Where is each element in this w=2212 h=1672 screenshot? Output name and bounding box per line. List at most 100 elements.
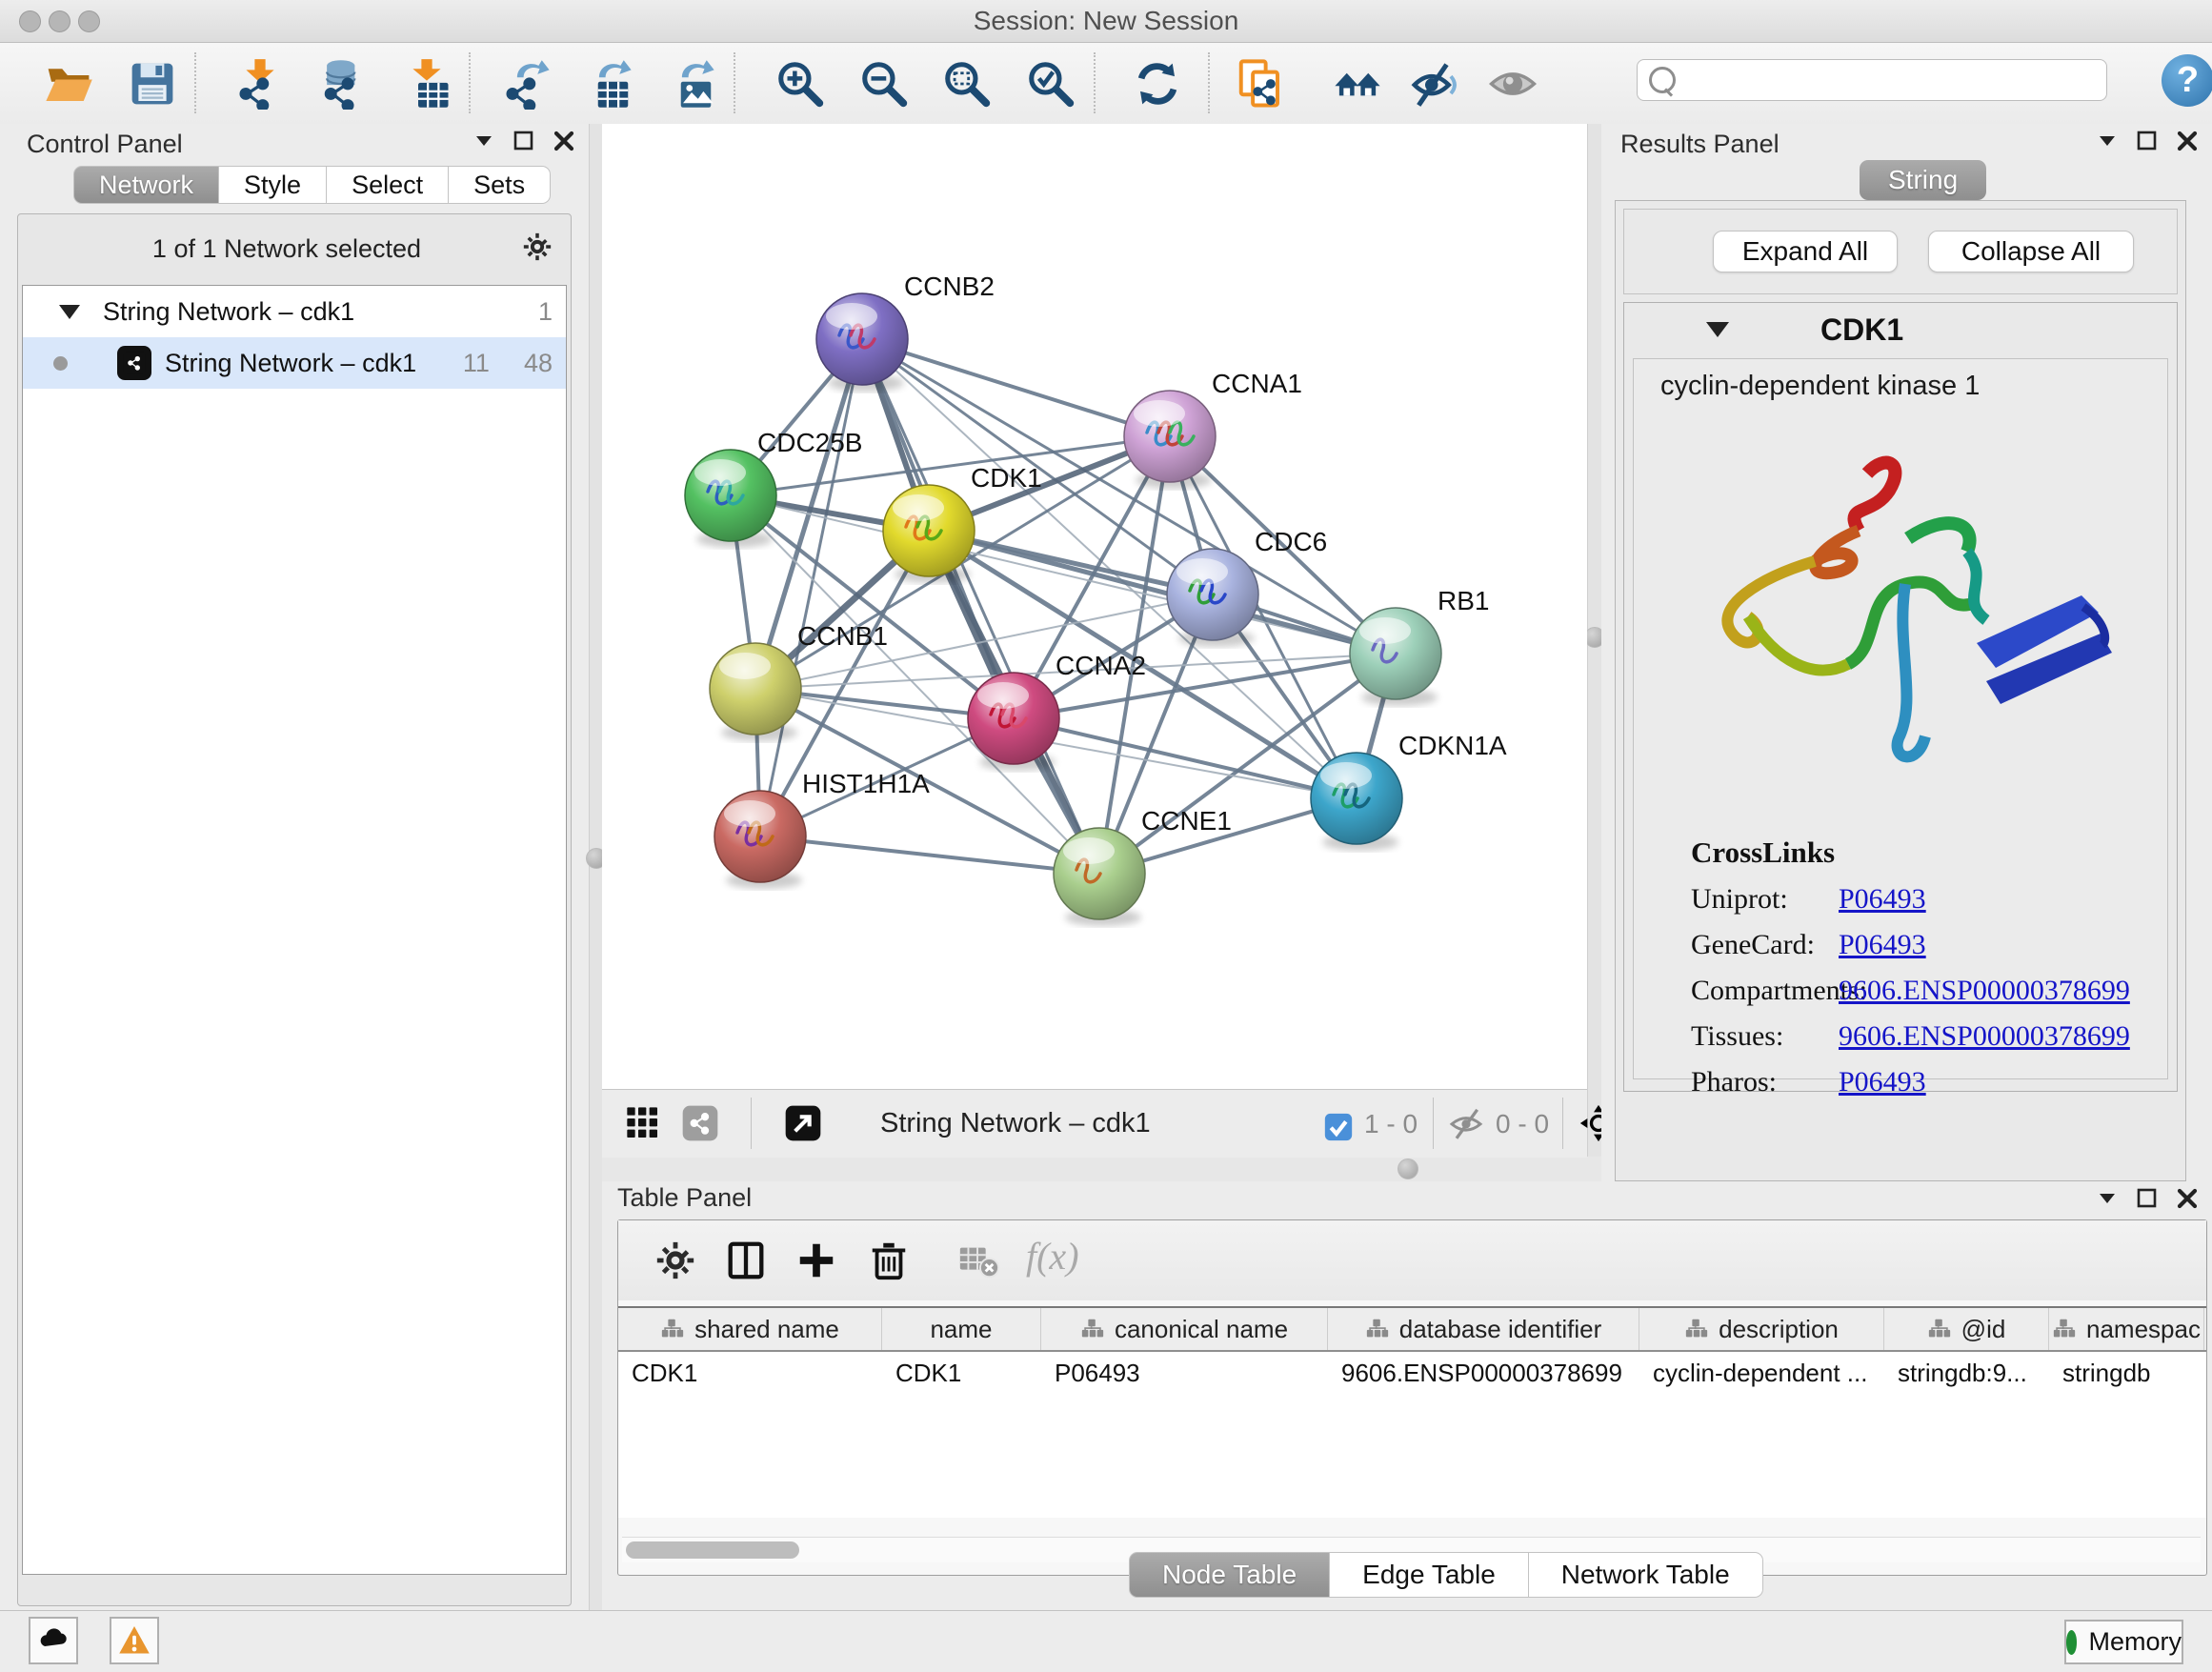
tab-string[interactable]: String <box>1860 160 1986 200</box>
tab-network[interactable]: Network <box>73 166 219 204</box>
export-network-button[interactable] <box>499 56 554 111</box>
collapse-panel-icon[interactable] <box>2096 130 2119 157</box>
selected-nodes-checkbox-icon[interactable] <box>1318 1107 1358 1147</box>
show-columns-icon[interactable] <box>721 1236 771 1285</box>
table-cell[interactable]: stringdb <box>2049 1352 2204 1394</box>
help-button[interactable]: ? <box>2162 54 2212 107</box>
network-canvas[interactable]: CCNB2 CCNA1 CDC25B CDK1 CDC6 <box>602 124 1587 1089</box>
node-CCNE1[interactable]: CCNE1 <box>1054 806 1232 926</box>
export-table-button[interactable] <box>581 56 636 111</box>
tab-network-table[interactable]: Network Table <box>1529 1552 1763 1598</box>
title-bar: Session: New Session <box>0 0 2212 43</box>
show-hidden-button[interactable] <box>1485 56 1540 111</box>
column-header-description[interactable]: description <box>1639 1308 1884 1350</box>
selected-counts: 1 - 0 <box>1364 1090 1418 1158</box>
table-cell[interactable]: 9606.ENSP00000378699 <box>1328 1352 1639 1394</box>
network-options-gear-icon[interactable] <box>521 231 553 268</box>
column-header-shared-name[interactable]: shared name <box>618 1308 882 1350</box>
crosslink-link[interactable]: 9606.ENSP00000378699 <box>1839 1020 2130 1053</box>
table-cell[interactable]: stringdb:9... <box>1884 1352 2049 1394</box>
table-cell[interactable]: cyclin-dependent ... <box>1639 1352 1884 1394</box>
crosslink-link[interactable]: 9606.ENSP00000378699 <box>1839 975 2130 1007</box>
column-header-namespac[interactable]: namespac <box>2049 1308 2204 1350</box>
open-session-button[interactable] <box>41 56 96 111</box>
table-cell[interactable]: CDK1 <box>618 1352 882 1394</box>
hidden-eye-icon[interactable] <box>1446 1103 1486 1143</box>
zoom-out-button[interactable] <box>856 56 912 111</box>
tab-node-table[interactable]: Node Table <box>1129 1552 1330 1598</box>
table-settings-gear-icon[interactable] <box>651 1236 700 1285</box>
current-network-dot <box>53 356 68 371</box>
float-panel-icon[interactable] <box>513 130 535 157</box>
gene-section-header[interactable]: CDK1 <box>1624 303 2177 356</box>
node-CDKN1A[interactable]: CDKN1A <box>1311 731 1507 851</box>
tab-select[interactable]: Select <box>327 166 449 204</box>
network-share-icon[interactable] <box>680 1103 720 1143</box>
network-share-icon <box>117 346 151 380</box>
tab-edge-table[interactable]: Edge Table <box>1330 1552 1529 1598</box>
collapse-panel-icon[interactable] <box>2096 1187 2119 1215</box>
zoom-selected-button[interactable] <box>1023 56 1078 111</box>
refresh-button[interactable] <box>1130 56 1185 111</box>
gene-name: CDK1 <box>1820 312 1903 348</box>
search-input[interactable] <box>1685 65 2106 96</box>
memory-label: Memory <box>2088 1627 2182 1657</box>
birdseye-grid-icon[interactable] <box>623 1103 663 1143</box>
export-image-icon <box>666 58 717 110</box>
collapse-panel-icon[interactable] <box>473 130 495 157</box>
import-network-from-file-button[interactable] <box>232 56 288 111</box>
edge-CCNA2-CDKN1A[interactable] <box>1014 718 1357 798</box>
toolbar-separator <box>1094 52 1096 113</box>
memory-indicator[interactable]: Memory <box>2064 1620 2183 1664</box>
tab-sets[interactable]: Sets <box>449 166 551 204</box>
scrollbar-thumb[interactable] <box>626 1541 799 1559</box>
column-header-database-identifier[interactable]: database identifier <box>1328 1308 1639 1350</box>
delete-column-trash-icon[interactable] <box>864 1236 914 1285</box>
node-CCNB1[interactable]: CCNB1 <box>710 621 888 741</box>
network-counts: 1148 <box>463 349 553 378</box>
save-session-button[interactable] <box>125 56 180 111</box>
column-header-canonical-name[interactable]: canonical name <box>1041 1308 1328 1350</box>
duplicate-network-button[interactable] <box>1233 56 1288 111</box>
node-HIST1H1A[interactable]: HIST1H1A <box>714 769 930 889</box>
search-field[interactable] <box>1637 59 2107 101</box>
export-image-button[interactable] <box>664 56 719 111</box>
collapse-caret-icon[interactable] <box>1706 322 1729 337</box>
crosslink-link[interactable]: P06493 <box>1839 1066 1926 1098</box>
table-cell[interactable]: P06493 <box>1041 1352 1328 1394</box>
float-panel-icon[interactable] <box>2136 1187 2159 1215</box>
node-RB1[interactable]: RB1 <box>1350 586 1489 706</box>
import-network-from-database-button[interactable] <box>315 56 371 111</box>
edge-HIST1H1A-CCNE1[interactable] <box>760 836 1099 874</box>
add-column-icon[interactable] <box>792 1236 841 1285</box>
crosslink-link[interactable]: P06493 <box>1839 883 1926 916</box>
open-in-new-window-icon[interactable] <box>783 1103 823 1143</box>
hide-selected-button[interactable] <box>1406 56 1461 111</box>
crosslink-row: Uniprot:P06493 <box>1691 883 2148 916</box>
edge-CCNB2-CCNA1[interactable] <box>862 339 1170 436</box>
network-tree-row[interactable]: String Network – cdk11 <box>23 286 566 337</box>
close-panel-icon[interactable] <box>2176 130 2199 157</box>
table-cell[interactable]: CDK1 <box>882 1352 1041 1394</box>
expand-all-button[interactable]: Expand All <box>1713 231 1898 272</box>
cloud-status-button[interactable] <box>29 1617 78 1664</box>
warning-status-button[interactable] <box>110 1617 159 1664</box>
close-panel-icon[interactable] <box>2176 1187 2199 1215</box>
collapse-all-button[interactable]: Collapse All <box>1928 231 2134 272</box>
bottom-splitter-handle[interactable] <box>1398 1158 1418 1179</box>
float-panel-icon[interactable] <box>2136 130 2159 157</box>
network-tree-row[interactable]: String Network – cdk11148 <box>23 337 566 389</box>
column-header-name[interactable]: name <box>882 1308 1041 1350</box>
zoom-fit-button[interactable] <box>939 56 995 111</box>
delete-table-icon <box>954 1236 1003 1285</box>
close-panel-icon[interactable] <box>553 130 575 157</box>
tree-expander-icon[interactable] <box>59 305 80 319</box>
network-selection-bar: 1 of 1 Network selected <box>18 214 571 283</box>
first-neighbors-button[interactable] <box>1330 56 1385 111</box>
zoom-in-button[interactable] <box>773 56 828 111</box>
import-table-button[interactable] <box>399 56 454 111</box>
crosslink-link[interactable]: P06493 <box>1839 929 1926 961</box>
column-header--id[interactable]: @id <box>1884 1308 2049 1350</box>
node-CCNA1[interactable]: CCNA1 <box>1124 369 1302 489</box>
tab-style[interactable]: Style <box>219 166 327 204</box>
